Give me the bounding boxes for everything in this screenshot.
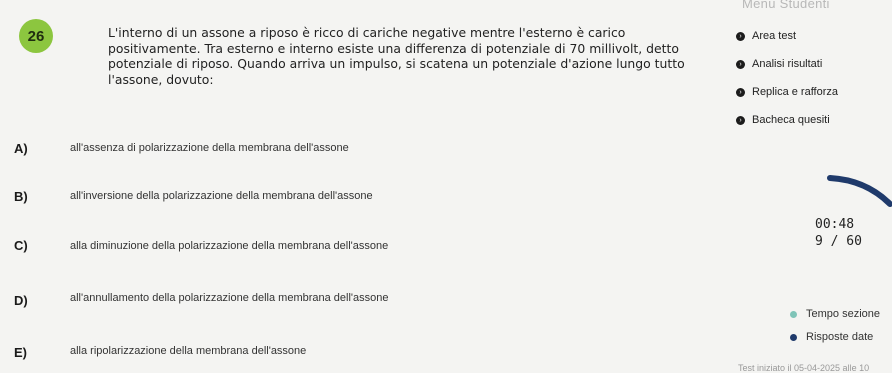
legend-tempo-sezione: Tempo sezione	[790, 308, 880, 320]
chevron-right-icon: ›	[736, 59, 745, 69]
chevron-right-icon: ›	[736, 31, 745, 41]
menu-title: Menu Studenti	[742, 0, 830, 11]
question-text: L'interno di un assone a riposo è ricco …	[108, 25, 685, 87]
test-start-info: Test iniziato il 05-04-2025 alle 10	[738, 363, 870, 373]
option-b-text[interactable]: all'inversione della polarizzazione dell…	[70, 190, 373, 202]
option-c-text[interactable]: alla diminuzione della polarizzazione de…	[70, 240, 388, 252]
menu-item-bacheca-quesiti[interactable]: › Bacheca quesiti	[736, 114, 830, 126]
timer-display: 00:48	[815, 217, 855, 232]
option-d-text[interactable]: all'annullamento della polarizzazione de…	[70, 292, 389, 304]
option-c-letter[interactable]: C)	[14, 238, 28, 253]
chevron-right-icon: ›	[736, 115, 745, 125]
option-d-letter[interactable]: D)	[14, 293, 28, 308]
menu-item-label: Analisi risultati	[752, 58, 823, 70]
legend-label: Tempo sezione	[806, 308, 880, 320]
option-a-text[interactable]: all'assenza di polarizzazione della memb…	[70, 142, 349, 154]
menu-item-label: Bacheca quesiti	[752, 114, 830, 126]
menu-item-analisi-risultati[interactable]: › Analisi risultati	[736, 58, 822, 70]
menu-item-replica-rafforza[interactable]: › Replica e rafforza	[736, 86, 838, 98]
option-b-letter[interactable]: B)	[14, 189, 28, 204]
legend-dot	[790, 333, 797, 341]
option-e-letter[interactable]: E)	[14, 345, 27, 360]
question-counter: 9 / 60	[815, 234, 862, 249]
chevron-right-icon: ›	[736, 87, 745, 97]
menu-item-label: Replica e rafforza	[752, 86, 839, 98]
menu-item-area-test[interactable]: › Area test	[736, 30, 796, 42]
option-a-letter[interactable]: A)	[14, 141, 28, 156]
option-e-text[interactable]: alla ripolarizzazione della membrana del…	[70, 345, 306, 357]
menu-item-label: Area test	[752, 30, 797, 42]
timer-ring	[827, 175, 892, 207]
legend-label: Risposte date	[806, 331, 874, 343]
legend-risposte-date: Risposte date	[790, 331, 873, 343]
legend-dot	[790, 310, 797, 318]
question-number-badge: 26	[19, 19, 53, 53]
